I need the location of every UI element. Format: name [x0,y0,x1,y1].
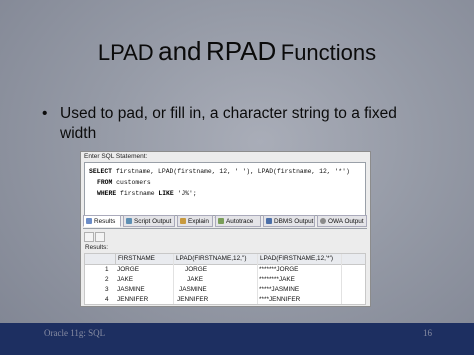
footer-page-number: 16 [423,328,432,338]
explain-icon [180,218,186,224]
tab-results[interactable]: Results [83,215,121,227]
sql-line-3: WHERE firstname LIKE 'J%'; [97,190,197,197]
title-functions: Functions [280,40,377,65]
dbms-icon [266,218,272,224]
autotrace-icon [218,218,224,224]
table-row[interactable]: 3 JASMINE JASMINE *****JASMINE [85,285,365,295]
title-lpad: LPAD [97,40,154,65]
title-rpad: RPAD [205,36,277,66]
output-tab-bar: Results Script Output Explain Autotrace … [83,215,367,229]
tab-owa-output[interactable]: OWA Output [317,215,367,227]
slide: LPAD and RPAD Functions • Used to pad, o… [0,0,474,355]
sql-developer-screenshot: Enter SQL Statement: SELECT firstname, L… [80,151,371,307]
tab-explain[interactable]: Explain [177,215,213,227]
column-header-lpad-star[interactable]: LPAD(FIRSTNAME,12,'*') [257,254,341,264]
owa-icon [320,218,326,224]
sql-line-1: SELECT firstname, LPAD(firstname, 12, ' … [89,168,350,175]
table-row[interactable]: 1 JORGE JORGE *******JORGE [85,265,365,275]
table-row[interactable]: 2 JAKE JAKE ********JAKE [85,275,365,285]
column-header-firstname[interactable]: FIRSTNAME [115,254,173,264]
column-divider [257,254,258,304]
export-icon[interactable] [95,232,105,242]
footer-course-label: Oracle 11g: SQL [44,328,106,338]
slide-footer: Oracle 11g: SQL 16 [0,323,474,355]
sql-line-2: FROM customers [97,179,151,186]
column-header-lpad-space[interactable]: LPAD(FIRSTNAME,12,'') [173,254,257,264]
pin-icon[interactable] [84,232,94,242]
title-and: and [158,36,202,66]
table-row[interactable]: 4 JENNIFER JENNIFER ****JENNIFER [85,295,365,305]
sql-statement-header: Enter SQL Statement: [84,153,148,160]
results-grid: FIRSTNAME LPAD(FIRSTNAME,12,'') LPAD(FIR… [84,253,366,305]
slide-title: LPAD and RPAD Functions [0,36,474,67]
results-toolbar [84,232,364,242]
results-label: Results: [85,244,109,251]
bullet-icon: • [42,105,48,122]
grid-icon [86,218,92,224]
tab-script-output[interactable]: Script Output [123,215,175,227]
results-header-row: FIRSTNAME LPAD(FIRSTNAME,12,'') LPAD(FIR… [85,254,365,265]
tab-dbms-output[interactable]: DBMS Output [263,215,315,227]
bullet-text: Used to pad, or fill in, a character str… [60,105,397,142]
sql-editor[interactable]: SELECT firstname, LPAD(firstname, 12, ' … [84,162,366,216]
tab-autotrace[interactable]: Autotrace [215,215,261,227]
column-divider [173,254,174,304]
script-icon [126,218,132,224]
column-divider [341,254,342,304]
